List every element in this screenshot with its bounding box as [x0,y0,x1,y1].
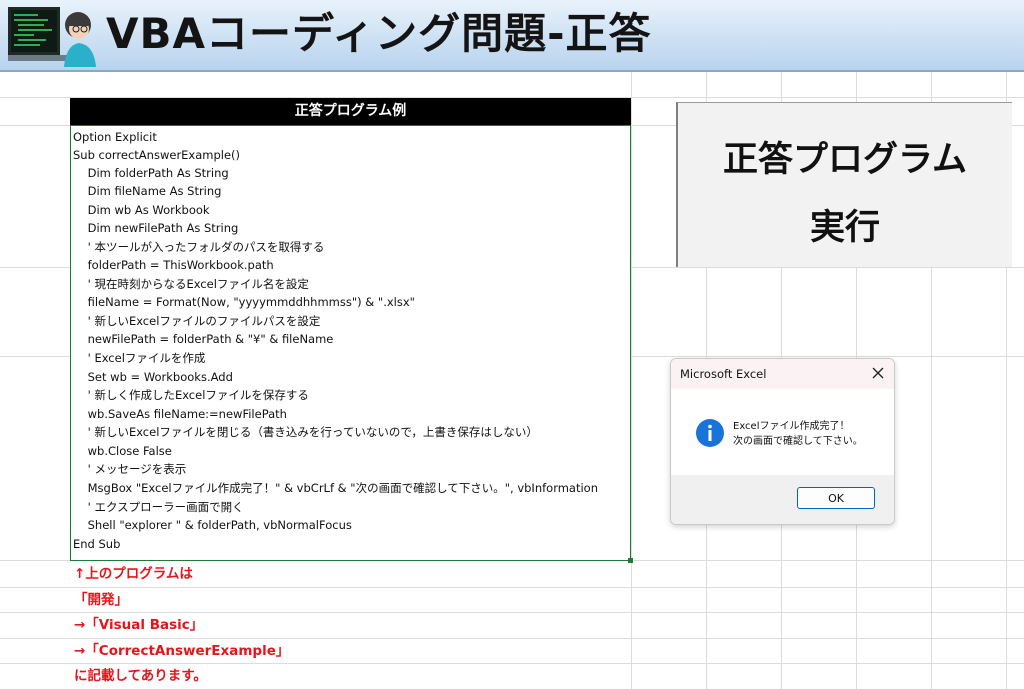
note-line: ↑上のプログラムは [74,566,193,582]
code-line: wb.Close False [73,444,172,458]
code-line: ' 現在時刻からなるExcelファイル名を設定 [73,277,309,291]
dialog-message: 次の画面で確認して下さい。 [733,436,863,447]
note-line: →「CorrectAnswerExample」 [74,643,290,659]
code-line: Dim wb As Workbook [73,203,210,217]
message-box-dialog: Microsoft Excel Excelファイル作成完了！ 次の画面で確認して… [670,358,895,525]
code-line: Dim newFilePath As String [73,221,239,235]
code-line: ' 新しく作成したExcelファイルを保存する [73,388,309,402]
programmer-illustration-icon [8,7,96,67]
run-button-label: 実行 [809,208,880,248]
ok-button[interactable]: OK [797,487,875,509]
dialog-message: Excelファイル作成完了！ [733,421,850,432]
run-button-label: 正答プログラム [723,140,967,180]
note-line: 「開発」 [74,592,128,608]
code-panel[interactable]: Option Explicit Sub correctAnswerExample… [70,125,631,561]
code-line: End Sub [73,537,121,551]
code-line: ' エクスプローラー画面で開く [73,500,244,514]
info-icon [696,419,724,447]
selection-handle[interactable] [628,558,633,563]
dialog-body: Excelファイル作成完了！ 次の画面で確認して下さい。 [671,389,894,475]
code-line: Dim fileName As String [73,184,222,198]
dialog-footer: OK [671,475,894,524]
code-panel-header: 正答プログラム例 [70,98,631,125]
code-line: Sub correctAnswerExample() [73,148,241,162]
close-icon[interactable] [870,365,886,381]
code-line: fileName = Format(Now, "yyyymmddhhmmss")… [73,295,415,309]
page-header: VBAコーディング問題-正答 [0,0,1024,72]
run-answer-program-button[interactable]: 正答プログラム 実行 [676,102,1012,267]
code-line: ' 本ツールが入ったフォルダのパスを取得する [73,240,325,254]
code-line: ' 新しいExcelファイルのファイルパスを設定 [73,314,321,328]
code-line: folderPath = ThisWorkbook.path [73,258,274,272]
code-line: ' メッセージを表示 [73,462,187,476]
code-line: Option Explicit [73,130,157,144]
code-line: MsgBox "Excelファイル作成完了！" & vbCrLf & "次の画面… [73,481,599,495]
code-line: wb.SaveAs fileName:=newFilePath [73,407,287,421]
dialog-titlebar[interactable]: Microsoft Excel [671,359,894,389]
dialog-title: Microsoft Excel [680,367,767,381]
code-line: Set wb = Workbooks.Add [73,370,233,384]
page-title: VBAコーディング問題-正答 [106,9,652,58]
code-line: Shell "explorer " & folderPath, vbNormal… [73,518,352,532]
code-line: ' 新しいExcelファイルを閉じる（書き込みを行っていないので，上書き保存はし… [73,425,538,439]
note-line: →「Visual Basic」 [74,617,204,633]
code-line: Dim folderPath As String [73,166,229,180]
code-line: newFilePath = folderPath & "¥" & fileNam… [73,332,334,346]
note-line: に記載してあります。 [74,668,207,684]
code-line: ' Excelファイルを作成 [73,351,206,365]
